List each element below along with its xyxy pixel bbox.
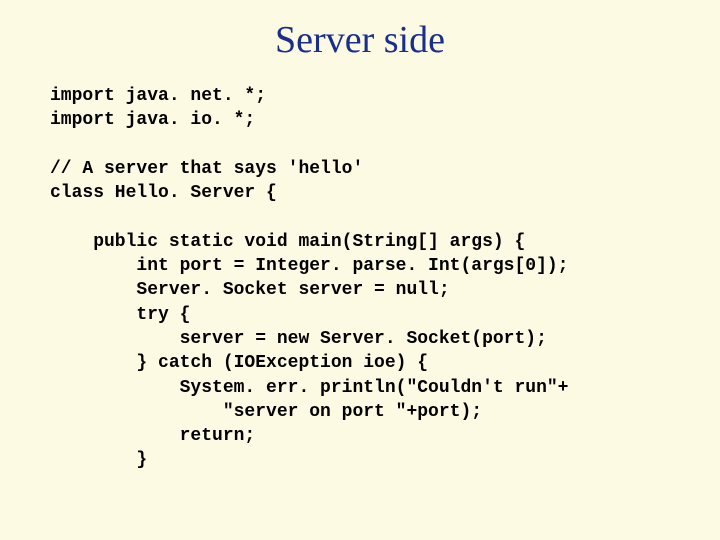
slide-title: Server side	[50, 18, 670, 62]
code-line: public static void main(String[] args) {	[50, 232, 525, 252]
code-line: }	[50, 450, 147, 470]
code-line: // A server that says 'hello'	[50, 159, 363, 179]
code-line: System. err. println("Couldn't run"+	[50, 378, 568, 398]
code-line: import java. net. *;	[50, 86, 266, 106]
code-line: server = new Server. Socket(port);	[50, 329, 547, 349]
code-line: } catch (IOException ioe) {	[50, 353, 428, 373]
code-line: return;	[50, 426, 255, 446]
code-line: Server. Socket server = null;	[50, 280, 450, 300]
code-line: try {	[50, 305, 190, 325]
code-block: import java. net. *; import java. io. *;…	[50, 84, 670, 473]
code-line: int port = Integer. parse. Int(args[0]);	[50, 256, 568, 276]
code-line: class Hello. Server {	[50, 183, 277, 203]
code-line: "server on port "+port);	[50, 402, 482, 422]
code-line: import java. io. *;	[50, 110, 255, 130]
slide: Server side import java. net. *; import …	[0, 0, 720, 540]
